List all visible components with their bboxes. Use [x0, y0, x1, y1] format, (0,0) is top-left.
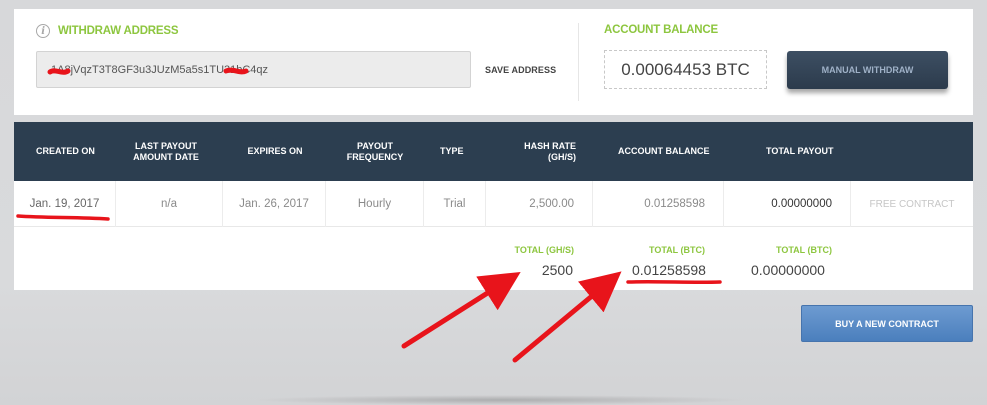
created-date-underline [16, 214, 110, 221]
address-redaction-right [223, 67, 249, 75]
balance-total-underline [626, 279, 722, 285]
address-redaction-left [47, 68, 71, 75]
annotation-arrow-icon [401, 271, 521, 349]
annotation-overlay [16, 67, 722, 363]
annotation-arrow-icon [512, 271, 622, 363]
